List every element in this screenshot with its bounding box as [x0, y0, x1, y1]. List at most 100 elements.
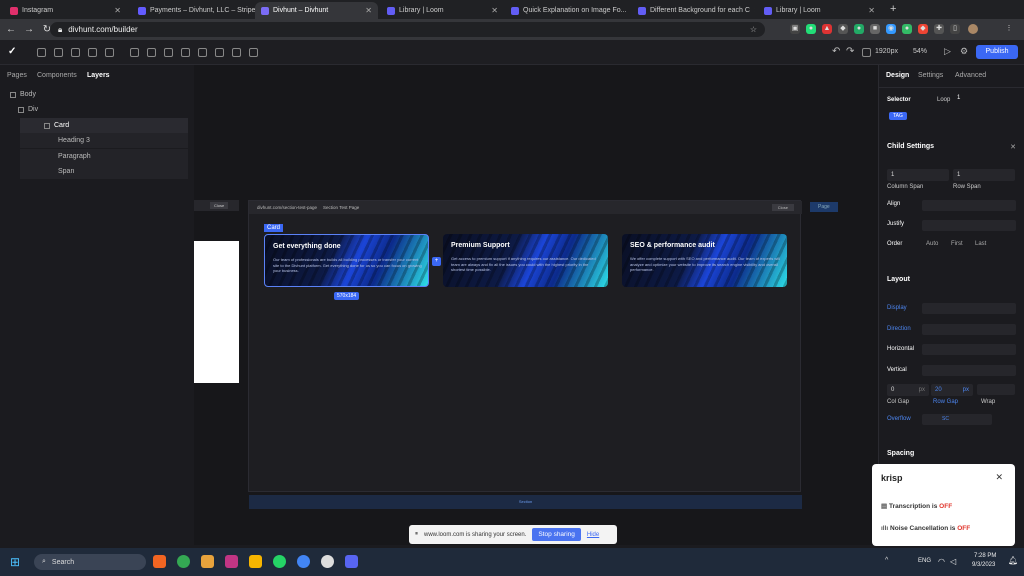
vertical-segmented-control[interactable] — [922, 365, 1016, 376]
extension-icon[interactable]: ▣ — [790, 24, 800, 34]
justify-segmented-control[interactable] — [922, 220, 1016, 231]
clock-time[interactable]: 7:28 PM — [974, 553, 996, 559]
card-title[interactable]: Premium Support — [451, 242, 510, 249]
app-icon[interactable] — [153, 555, 166, 568]
card-text[interactable]: Get access to premium support if anythin… — [451, 256, 601, 273]
extension-icon[interactable]: ● — [854, 24, 864, 34]
tab-advanced[interactable]: Advanced — [955, 72, 986, 79]
forward-icon[interactable]: → — [22, 24, 36, 35]
section-bar[interactable]: Section — [249, 495, 802, 509]
card-text[interactable]: We offer complete support with SEO and p… — [630, 256, 780, 273]
wrap-toggle[interactable] — [977, 384, 1015, 395]
browser-tab[interactable]: Quick Explanation on Image Fo...✕ — [505, 2, 628, 19]
database-icon[interactable] — [37, 48, 46, 57]
tab-close-icon[interactable]: ✕ — [114, 6, 121, 15]
resolution-select[interactable]: 1920px — [875, 48, 898, 55]
extension-icon[interactable]: ◆ — [918, 24, 928, 34]
builder-canvas[interactable]: Close Page divhunt.com/section-test-page… — [194, 65, 878, 545]
heading-icon[interactable] — [181, 48, 190, 57]
browser-tab[interactable]: Library | Loom ✕ — [381, 2, 504, 19]
taskbar-search[interactable]: ⌕ Search — [34, 554, 146, 570]
extension-icon[interactable]: ● — [806, 24, 816, 34]
direction-segmented-control[interactable] — [922, 324, 1016, 335]
form-icon[interactable] — [249, 48, 258, 57]
tab-components[interactable]: Components — [37, 72, 77, 79]
browser-tab[interactable]: Payments – Divhunt, LLC – Stripe✕ — [132, 2, 255, 19]
extension-icon[interactable]: ◉ — [886, 24, 896, 34]
profile-avatar[interactable] — [968, 24, 978, 34]
back-icon[interactable]: ← — [4, 24, 18, 35]
order-auto[interactable]: Auto — [926, 241, 938, 247]
extension-icon[interactable]: ■ — [870, 24, 880, 34]
card-3[interactable]: SEO & performance audit We offer complet… — [622, 234, 787, 287]
paint-icon[interactable] — [105, 48, 114, 57]
layer-paragraph[interactable]: Paragraph — [20, 149, 188, 164]
card-title[interactable]: Get everything done — [273, 243, 341, 250]
layer-card[interactable]: Card — [20, 118, 188, 133]
close-frame-button[interactable]: Close — [771, 204, 794, 211]
row-span-input[interactable]: 1 — [953, 169, 1015, 181]
text-icon[interactable] — [164, 48, 173, 57]
browser-tab[interactable]: Different Background for each C ✕ — [632, 2, 755, 19]
browser-tab[interactable]: Divhunt – Divhunt ✕ — [255, 2, 378, 19]
column-span-input[interactable]: 1 — [887, 169, 949, 181]
app-icon[interactable] — [225, 555, 238, 568]
device-icon[interactable] — [862, 48, 871, 57]
browser-tab[interactable]: Library | Loom ✕ — [758, 2, 881, 19]
undo-icon[interactable]: ↶ — [832, 46, 840, 57]
close-icon[interactable]: ✕ — [995, 472, 1003, 483]
selector-tag[interactable]: TAG — [889, 112, 907, 120]
browser-menu-icon[interactable]: ⋮ — [1004, 24, 1014, 34]
layer-heading-3[interactable]: Heading 3 — [20, 133, 188, 148]
layer-body[interactable]: Body — [0, 87, 194, 102]
card-title[interactable]: SEO & performance audit — [630, 242, 715, 249]
divhunt-logo-icon[interactable]: ✓ — [8, 46, 16, 57]
clock-date[interactable]: 9/3/2023 — [972, 562, 995, 568]
tray-chevron-icon[interactable]: ^ — [885, 557, 888, 564]
grid-icon[interactable] — [147, 48, 156, 57]
whatsapp-icon[interactable] — [273, 555, 286, 568]
url-input[interactable]: 🔒︎ divhunt.com/builder ☆ — [50, 22, 765, 37]
tab-layers[interactable]: Layers — [87, 72, 110, 79]
tab-close-icon[interactable]: ✕ — [491, 6, 498, 15]
discord-icon[interactable] — [345, 555, 358, 568]
zoom-select[interactable]: 54% — [913, 48, 927, 55]
layers-icon[interactable] — [54, 48, 63, 57]
app-icon[interactable] — [321, 555, 334, 568]
tab-design[interactable]: Design — [886, 72, 909, 79]
page-tag[interactable]: Page — [810, 202, 838, 212]
overflow-segmented-control[interactable]: SC — [922, 414, 992, 425]
align-segmented-control[interactable] — [922, 200, 1016, 211]
bookmark-star-icon[interactable]: ☆ — [750, 25, 757, 34]
new-tab-icon[interactable]: + — [890, 3, 896, 15]
row-gap-input[interactable]: 20 px — [931, 384, 973, 396]
code-icon[interactable] — [88, 48, 97, 57]
extension-icon[interactable]: ◆ — [838, 24, 848, 34]
close-frame-button[interactable]: Close — [210, 202, 229, 209]
tab-close-icon[interactable]: ✕ — [754, 6, 755, 15]
component-icon[interactable] — [71, 48, 80, 57]
tab-close-icon[interactable]: ✕ — [868, 6, 875, 15]
app-icon[interactable] — [201, 555, 214, 568]
pause-icon[interactable]: ⏸ — [415, 531, 418, 538]
play-preview-icon[interactable]: ▷ — [944, 46, 951, 57]
horizontal-segmented-control[interactable] — [922, 344, 1016, 355]
card-text[interactable]: Our team of professionals are builds all… — [273, 257, 423, 274]
notification-icon[interactable]: 🔔︎ — [1008, 556, 1018, 565]
windows-start-icon[interactable]: ⊞ — [10, 555, 20, 569]
tab-pages[interactable]: Pages — [7, 72, 27, 79]
order-last[interactable]: Last — [975, 241, 986, 247]
card-2[interactable]: Premium Support Get access to premium su… — [443, 234, 608, 287]
chrome-icon[interactable] — [297, 555, 310, 568]
tab-settings[interactable]: Settings — [918, 72, 943, 79]
card-1[interactable]: Get everything done Our team of professi… — [264, 234, 429, 287]
settings-gear-icon[interactable]: ⚙ — [960, 46, 968, 57]
chrome-icon[interactable] — [177, 555, 190, 568]
stop-sharing-button[interactable]: Stop sharing — [532, 528, 581, 541]
link-icon[interactable] — [232, 48, 241, 57]
browser-tab[interactable]: Instagram ✕ — [4, 2, 127, 19]
loop-select[interactable]: 1 — [957, 95, 960, 101]
col-gap-input[interactable]: 0 px — [887, 384, 929, 396]
redo-icon[interactable]: ↷ — [846, 46, 854, 57]
publish-button[interactable]: Publish — [976, 45, 1018, 59]
